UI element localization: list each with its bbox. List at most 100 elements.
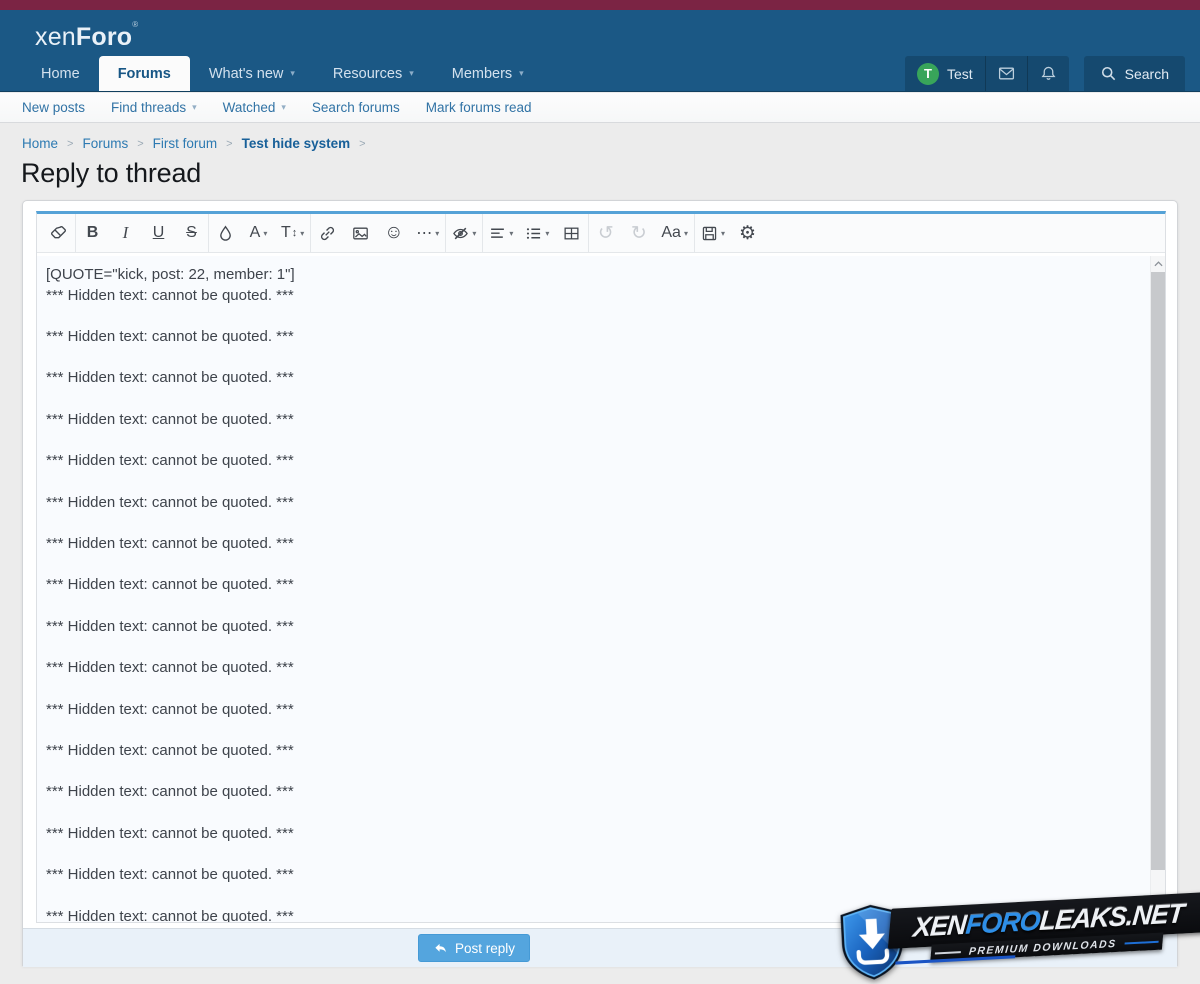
smilies-button[interactable]: ☺ (377, 214, 410, 252)
editor-hidden-line: *** Hidden text: cannot be quoted. *** (46, 659, 294, 677)
subnav-item-search-forums[interactable]: Search forums (312, 100, 400, 115)
text-color-button[interactable] (209, 214, 242, 252)
reply-form: B I U S A ▾ T ↕ ▾ ☺ ⋯ ▾ ▾ ▾ ▾ ↺ ↻ Aa ▾ ▾ ⚙ [QUOTE="kick, pos… (22, 200, 1178, 967)
editor-settings-icon: ⚙ (738, 222, 756, 244)
chevron-down-icon: ▾ (192, 102, 197, 112)
nav-item-label: Forums (117, 65, 171, 82)
site-logo[interactable]: xenForo® (35, 20, 138, 52)
nav-item-label: Resources (332, 65, 403, 82)
alerts-button[interactable] (1026, 56, 1069, 91)
editor-hidden-line: *** Hidden text: cannot be quoted. *** (46, 576, 294, 594)
chevron-down-icon: ▾ (509, 228, 514, 238)
editor-hidden-line: *** Hidden text: cannot be quoted. *** (46, 493, 294, 511)
post-reply-label: Post reply (455, 940, 516, 956)
list-icon (525, 225, 542, 242)
breadcrumb-item-test-hide-system[interactable]: Test hide system (242, 136, 351, 151)
nav-item-resources[interactable]: Resources ▾ (314, 56, 433, 91)
main-navigation: Home Forums What's new ▾ Resources ▾ Members ▾ (22, 56, 543, 91)
preview-button[interactable]: Aa ▾ (655, 214, 694, 252)
subnav-item-new-posts[interactable]: New posts (22, 100, 85, 115)
subnav-item-label: Mark forums read (425, 100, 532, 115)
font-size-button[interactable]: T ↕ ▾ (275, 214, 310, 252)
subnav-item-label: Watched (222, 100, 276, 115)
editor-settings-button[interactable]: ⚙ (731, 214, 764, 252)
remove-format-button[interactable] (42, 214, 75, 252)
post-reply-button[interactable]: Post reply (418, 934, 531, 962)
editor-hidden-line: *** Hidden text: cannot be quoted. *** (46, 824, 294, 842)
nav-item-what-s-new[interactable]: What's new ▾ (190, 56, 314, 91)
font-size-extra-icon: ↕ (291, 227, 298, 239)
avatar: T (916, 62, 939, 85)
reply-arrow-icon (435, 943, 446, 952)
breadcrumb-item-forums[interactable]: Forums (82, 136, 128, 151)
user-block: T Test (904, 56, 1069, 91)
redo-button: ↻ (622, 214, 655, 252)
insert-table-icon (563, 225, 580, 242)
breadcrumb-item-first-forum[interactable]: First forum (153, 136, 218, 151)
editor-quote-line: [QUOTE="kick, post: 22, member: 1"] (46, 266, 295, 283)
subnav-item-mark-forums-read[interactable]: Mark forums read (426, 100, 532, 115)
envelope-icon (998, 65, 1015, 82)
bell-icon (1040, 65, 1057, 82)
underline-icon: U (152, 224, 165, 241)
subnav-item-label: Find threads (111, 100, 187, 115)
search-button[interactable]: Search (1083, 56, 1185, 91)
editor-hidden-line: *** Hidden text: cannot be quoted. *** (46, 369, 294, 387)
remove-format-icon (50, 225, 67, 242)
editor-hidden-line: *** Hidden text: cannot be quoted. *** (46, 328, 294, 346)
drafts-icon (701, 225, 718, 242)
account-menu[interactable]: T Test (905, 56, 985, 91)
tagline-dash-left (934, 950, 961, 954)
bold-button[interactable]: B (76, 214, 109, 252)
chevron-down-icon: ▾ (409, 68, 414, 78)
site-header: xenForo® Home Forums What's new ▾ Resources ▾… (0, 10, 1200, 92)
subnav-item-find-threads[interactable]: Find threads ▾ (111, 100, 197, 115)
editor-scrollbar[interactable] (1150, 256, 1165, 922)
preview-icon: Aa (661, 224, 681, 241)
editor-hidden-line: *** Hidden text: cannot be quoted. *** (46, 742, 294, 759)
conversations-button[interactable] (984, 56, 1027, 91)
underline-button[interactable]: U (142, 214, 175, 252)
bold-icon: B (86, 224, 99, 241)
breadcrumb-item-home[interactable]: Home (22, 136, 58, 151)
editor-hidden-line: *** Hidden text: cannot be quoted. *** (46, 866, 294, 884)
nav-item-members[interactable]: Members ▾ (433, 56, 543, 91)
subnav-item-label: New posts (22, 100, 86, 115)
insert-link-button[interactable] (311, 214, 344, 252)
font-family-button[interactable]: A ▾ (242, 214, 275, 252)
logo-registered-mark: ® (132, 20, 139, 29)
username-label: Test (946, 65, 973, 82)
sub-navigation: New posts Find threads ▾ Watched ▾ Search for… (0, 93, 1200, 123)
hide-text-button[interactable]: ▾ (446, 214, 482, 252)
text-align-button[interactable]: ▾ (483, 214, 519, 252)
search-icon (1100, 65, 1117, 82)
rich-text-editor: B I U S A ▾ T ↕ ▾ ☺ ⋯ ▾ ▾ ▾ ▾ ↺ ↻ Aa ▾ ▾ ⚙ [QUOTE="kick, pos… (36, 211, 1166, 923)
chevron-down-icon: ▾ (263, 228, 268, 238)
page-title: Reply to thread (21, 158, 202, 188)
list-button[interactable]: ▾ (519, 214, 555, 252)
chevron-down-icon: ▾ (435, 228, 440, 238)
strikethrough-icon: S (186, 224, 197, 241)
chevron-down-icon: ▾ (290, 68, 295, 78)
chevron-down-icon: ▾ (545, 228, 550, 238)
more-options-button[interactable]: ⋯ ▾ (410, 214, 445, 252)
insert-table-button[interactable] (555, 214, 588, 252)
search-label: Search (1124, 65, 1169, 82)
drafts-button[interactable]: ▾ (695, 214, 731, 252)
editor-content[interactable]: [QUOTE="kick, post: 22, member: 1"] *** … (37, 256, 1150, 922)
subnav-item-watched[interactable]: Watched ▾ (223, 100, 286, 115)
italic-button[interactable]: I (109, 214, 142, 252)
scrollbar-thumb[interactable] (1151, 272, 1165, 870)
scrollbar-up-button[interactable] (1151, 256, 1165, 271)
editor-hidden-line: *** Hidden text: cannot be quoted. *** (46, 286, 294, 304)
strikethrough-button[interactable]: S (175, 214, 208, 252)
nav-item-forums[interactable]: Forums (98, 56, 190, 91)
chevron-down-icon: ▾ (300, 228, 305, 238)
tagline-dash-right (1124, 940, 1159, 945)
insert-image-button[interactable] (344, 214, 377, 252)
nav-item-label: Members (451, 65, 513, 82)
logo-text-bold: Foro (75, 23, 133, 51)
breadcrumb-separator-icon: > (137, 137, 144, 150)
editor-hidden-line: *** Hidden text: cannot be quoted. *** (46, 700, 294, 718)
nav-item-home[interactable]: Home (22, 56, 99, 91)
